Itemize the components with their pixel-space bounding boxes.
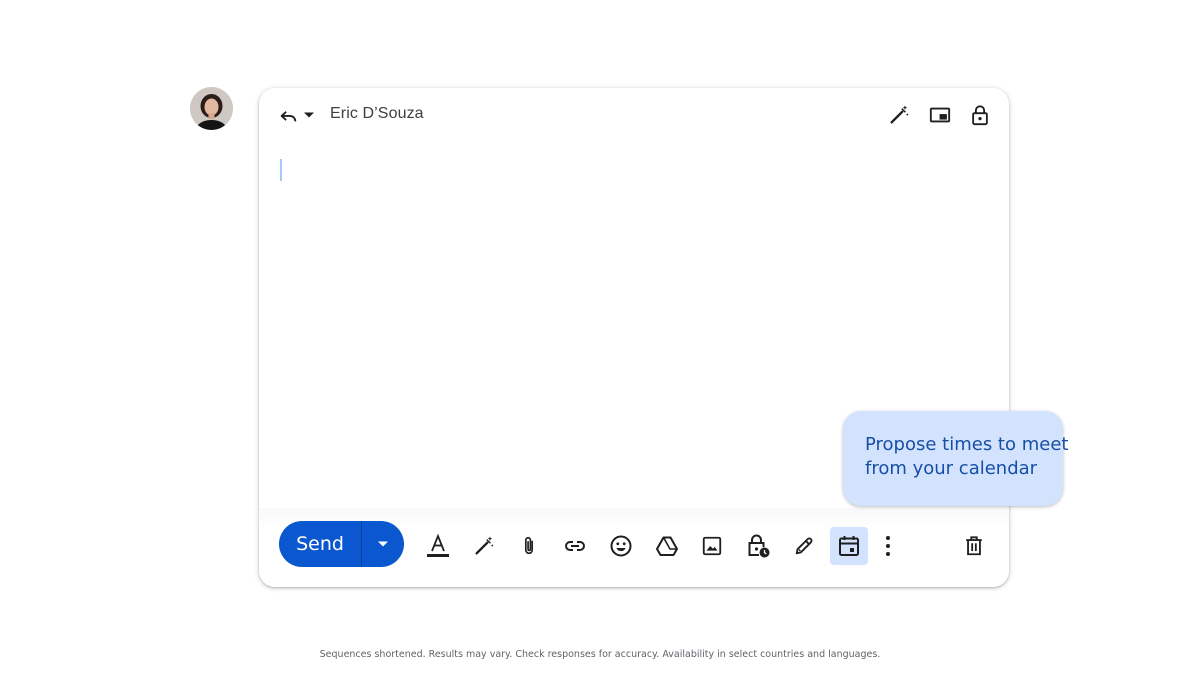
help-me-write-button[interactable] bbox=[465, 527, 503, 565]
reply-icon bbox=[280, 111, 297, 122]
formatting-button[interactable] bbox=[419, 527, 457, 565]
lock-icon bbox=[972, 105, 988, 126]
reply-options-button[interactable] bbox=[297, 101, 321, 129]
confidential-mode-button[interactable] bbox=[739, 527, 777, 565]
emoji-button[interactable] bbox=[602, 527, 640, 565]
chevron-down-icon bbox=[378, 541, 388, 547]
stage: Eric D’Souza Send Propose times to meet … bbox=[0, 0, 1200, 675]
chevron-down-icon bbox=[304, 112, 314, 118]
drive-button[interactable] bbox=[648, 527, 686, 565]
tooltip-line-1: Propose times to meet bbox=[865, 434, 1069, 455]
link-button[interactable] bbox=[556, 527, 594, 565]
signature-button[interactable] bbox=[785, 527, 823, 565]
pop-out-icon bbox=[929, 107, 951, 123]
magic-pen-button[interactable] bbox=[885, 101, 913, 129]
magic-pen-icon bbox=[890, 105, 909, 124]
calendar-button[interactable] bbox=[830, 527, 868, 565]
help-me-write-icon bbox=[475, 536, 494, 555]
more-options-button[interactable] bbox=[869, 527, 907, 565]
send-options-button[interactable] bbox=[362, 521, 404, 567]
compose-toolbar: Send bbox=[259, 508, 1009, 587]
send-button-group: Send bbox=[279, 521, 404, 567]
calendar-icon bbox=[839, 536, 859, 556]
trash-icon bbox=[966, 536, 982, 556]
image-icon bbox=[702, 536, 722, 556]
formatting-icon bbox=[427, 533, 449, 557]
signature-icon bbox=[795, 537, 813, 555]
avatar bbox=[190, 87, 233, 130]
compose-window: Eric D’Souza Send bbox=[259, 88, 1009, 587]
calendar-tooltip: Propose times to meet from your calendar bbox=[843, 411, 1069, 506]
lock-button[interactable] bbox=[966, 101, 994, 129]
recipient-name[interactable]: Eric D’Souza bbox=[330, 105, 424, 123]
text-cursor bbox=[280, 159, 282, 181]
tooltip-line-2: from your calendar bbox=[865, 458, 1038, 479]
attach-icon bbox=[524, 536, 534, 555]
emoji-icon bbox=[610, 535, 632, 557]
more-options-icon bbox=[886, 536, 890, 556]
drive-icon bbox=[656, 536, 678, 556]
send-button[interactable]: Send bbox=[279, 521, 362, 567]
attach-button[interactable] bbox=[510, 527, 548, 565]
disclaimer-text: Sequences shortened. Results may vary. C… bbox=[319, 649, 881, 660]
compose-header: Eric D’Souza bbox=[259, 88, 1009, 144]
link-icon bbox=[565, 541, 585, 551]
discard-draft-button[interactable] bbox=[955, 527, 993, 565]
insert-photo-button[interactable] bbox=[693, 527, 731, 565]
confidential-icon bbox=[748, 534, 770, 558]
pop-out-button[interactable] bbox=[926, 101, 954, 129]
